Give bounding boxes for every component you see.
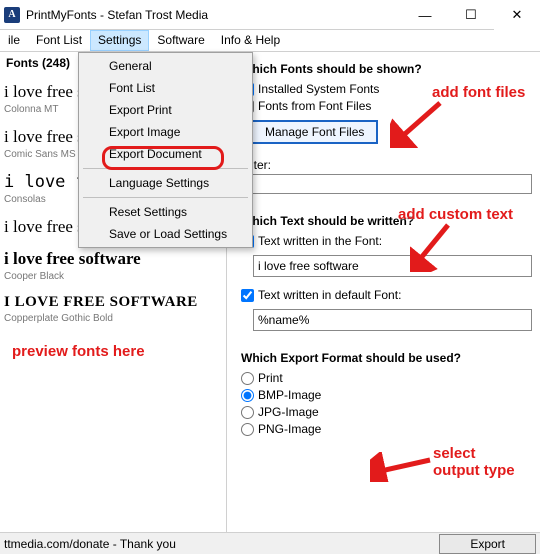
format-jpg-label: JPG-Image xyxy=(258,405,319,419)
installed-fonts-checkbox-row[interactable]: Installed System Fonts xyxy=(241,82,532,96)
format-bmp-radio[interactable] xyxy=(241,389,254,402)
menu-separator xyxy=(83,168,248,169)
format-bmp-row[interactable]: BMP-Image xyxy=(241,388,532,402)
menu-item-exportdocument[interactable]: Export Document xyxy=(79,143,252,165)
export-button[interactable]: Export xyxy=(439,534,536,554)
fontfiles-label: Fonts from Font Files xyxy=(258,99,371,113)
format-png-row[interactable]: PNG-Image xyxy=(241,422,532,436)
shown-fonts-title: Which Fonts should be shown? xyxy=(241,62,532,76)
format-png-label: PNG-Image xyxy=(258,422,321,436)
menu-fontlist[interactable]: Font List xyxy=(28,30,90,51)
menu-item-saveload[interactable]: Save or Load Settings xyxy=(79,223,252,245)
window-controls: — ☐ ✕ xyxy=(402,0,540,30)
menu-item-exportprint[interactable]: Export Print xyxy=(79,99,252,121)
font-text-checkbox-row[interactable]: Text written in the Font: xyxy=(241,234,532,248)
font-name-label: Cooper Black xyxy=(4,271,226,282)
window-titlebar: A PrintMyFonts - Stefan Trost Media — ☐ … xyxy=(0,0,540,30)
format-print-radio[interactable] xyxy=(241,372,254,385)
menu-item-exportimage[interactable]: Export Image xyxy=(79,121,252,143)
statusbar: ttmedia.com/donate - Thank you Export xyxy=(0,532,540,554)
menu-info[interactable]: Info & Help xyxy=(213,30,288,51)
menu-settings[interactable]: Settings xyxy=(90,30,149,51)
menubar: ile Font List Settings Software Info & H… xyxy=(0,30,540,52)
default-text-checkbox[interactable] xyxy=(241,289,254,302)
installed-fonts-label: Installed System Fonts xyxy=(258,82,379,96)
app-icon: A xyxy=(4,7,20,23)
minimize-button[interactable]: — xyxy=(402,0,448,30)
format-png-radio[interactable] xyxy=(241,423,254,436)
window-title: PrintMyFonts - Stefan Trost Media xyxy=(26,8,208,22)
default-text-checkbox-row[interactable]: Text written in default Font: xyxy=(241,288,532,302)
menu-file[interactable]: ile xyxy=(0,30,28,51)
format-print-row[interactable]: Print xyxy=(241,371,532,385)
status-text: ttmedia.com/donate - Thank you xyxy=(4,537,176,551)
default-text-combo[interactable] xyxy=(253,309,532,331)
menu-item-language[interactable]: Language Settings xyxy=(79,172,252,194)
export-format-title: Which Export Format should be used? xyxy=(241,351,532,365)
font-text-label: Text written in the Font: xyxy=(258,234,382,248)
font-sample[interactable]: I LOVE FREE SOFTWARE xyxy=(4,294,226,311)
font-name-label: Copperplate Gothic Bold xyxy=(4,313,226,324)
menu-item-reset[interactable]: Reset Settings xyxy=(79,201,252,223)
settings-dropdown: General Font List Export Print Export Im… xyxy=(78,52,253,248)
close-button[interactable]: ✕ xyxy=(494,0,540,30)
font-text-combo[interactable] xyxy=(253,255,532,277)
manage-font-files-button[interactable]: Manage Font Files xyxy=(251,120,378,144)
format-bmp-label: BMP-Image xyxy=(258,388,321,402)
menu-separator xyxy=(83,197,248,198)
filter-input[interactable] xyxy=(241,174,532,194)
fontfiles-checkbox-row[interactable]: Fonts from Font Files xyxy=(241,99,532,113)
settings-pane: Which Fonts should be shown? Installed S… xyxy=(227,52,540,532)
menu-item-general[interactable]: General xyxy=(79,55,252,77)
maximize-button[interactable]: ☐ xyxy=(448,0,494,30)
menu-software[interactable]: Software xyxy=(149,30,212,51)
format-jpg-row[interactable]: JPG-Image xyxy=(241,405,532,419)
default-text-label: Text written in default Font: xyxy=(258,288,401,302)
filter-label: Filter: xyxy=(241,158,532,172)
menu-item-fontlist[interactable]: Font List xyxy=(79,77,252,99)
format-print-label: Print xyxy=(258,371,283,385)
text-section-title: Which Text should be written? xyxy=(241,214,532,228)
font-sample[interactable]: i love free software xyxy=(4,249,226,269)
format-jpg-radio[interactable] xyxy=(241,406,254,419)
